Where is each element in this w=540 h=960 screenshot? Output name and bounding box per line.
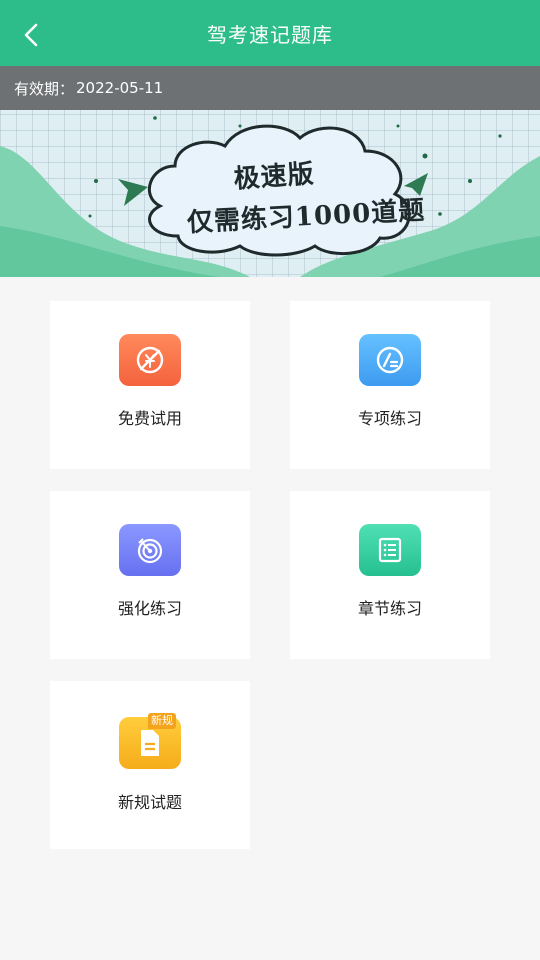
menu-card-chapter-practice[interactable]: 章节练习 xyxy=(290,491,490,659)
page-title: 驾考速记题库 xyxy=(207,22,333,47)
menu-label-intensive-practice: 强化练习 xyxy=(117,599,182,618)
menu-card-new-rules[interactable]: 新规 新规试题 xyxy=(50,681,250,849)
validity-date: 2022-05-11 xyxy=(76,79,164,97)
back-button[interactable] xyxy=(14,17,50,53)
special-practice-icon xyxy=(359,334,421,386)
target-icon xyxy=(119,524,181,576)
menu-label-chapter-practice: 章节练习 xyxy=(357,599,422,618)
list-icon xyxy=(359,524,421,576)
app-header: 驾考速记题库 xyxy=(0,0,540,66)
chevron-left-icon xyxy=(24,23,38,47)
menu-card-intensive-practice[interactable]: 强化练习 xyxy=(50,491,250,659)
menu-label-new-rules: 新规试题 xyxy=(117,793,182,812)
menu-label-free-trial: 免费试用 xyxy=(117,409,182,428)
menu-card-free-trial[interactable]: 免费试用 xyxy=(50,301,250,469)
menu-card-special-practice[interactable]: 专项练习 xyxy=(290,301,490,469)
validity-label: 有效期： xyxy=(14,79,75,98)
promo-banner: 有效期： 2022-05-11 极速版 仅需练习1000道题 xyxy=(0,66,540,277)
menu-label-special-practice: 专项练习 xyxy=(357,409,422,428)
validity-strip: 有效期： 2022-05-11 xyxy=(0,66,540,110)
new-rules-badge: 新规 xyxy=(148,713,176,729)
free-trial-icon xyxy=(119,334,181,386)
